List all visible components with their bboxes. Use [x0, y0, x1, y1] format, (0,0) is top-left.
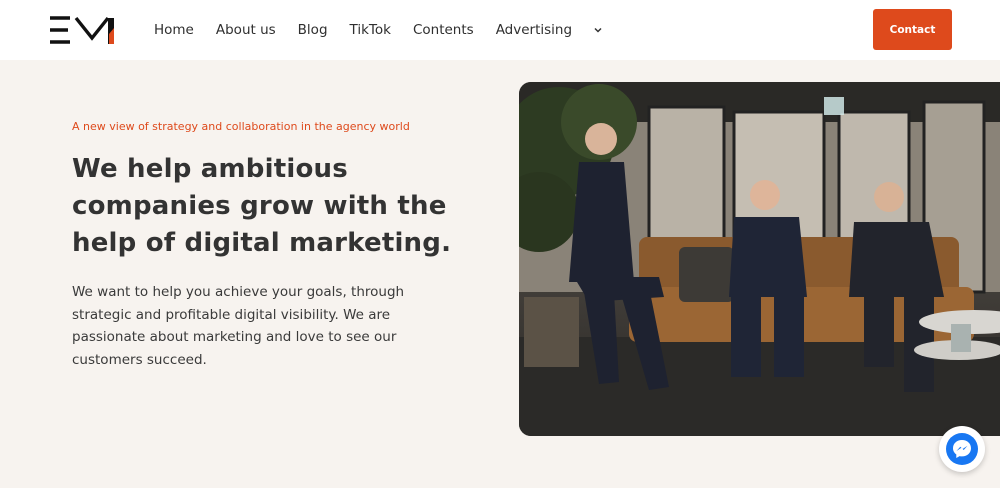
nav-tiktok[interactable]: TikTok: [350, 22, 391, 38]
team-photo-illustration: [519, 82, 1000, 436]
nav-blog[interactable]: Blog: [298, 22, 328, 38]
chevron-down-icon[interactable]: [592, 24, 604, 36]
hero-text: A new view of strategy and collaboration…: [72, 120, 452, 371]
nav-about-us[interactable]: About us: [216, 22, 276, 38]
nav-contents[interactable]: Contents: [413, 22, 474, 38]
messenger-icon: [946, 433, 978, 465]
navbar: Home About us Blog TikTok Contents Adver…: [0, 0, 1000, 60]
hero-headline: We help ambitious companies grow with th…: [72, 154, 452, 258]
hero-tagline: A new view of strategy and collaboration…: [72, 120, 410, 133]
messenger-chat-button[interactable]: [939, 426, 985, 472]
logo-icon[interactable]: [48, 14, 118, 46]
nav-home[interactable]: Home: [154, 22, 194, 38]
nav-advertising[interactable]: Advertising: [496, 22, 572, 38]
hero-body: We want to help you achieve your goals, …: [72, 284, 405, 368]
main-nav: Home About us Blog TikTok Contents Adver…: [154, 0, 604, 60]
contact-button[interactable]: Contact: [873, 9, 952, 50]
team-photo: [519, 82, 1000, 436]
